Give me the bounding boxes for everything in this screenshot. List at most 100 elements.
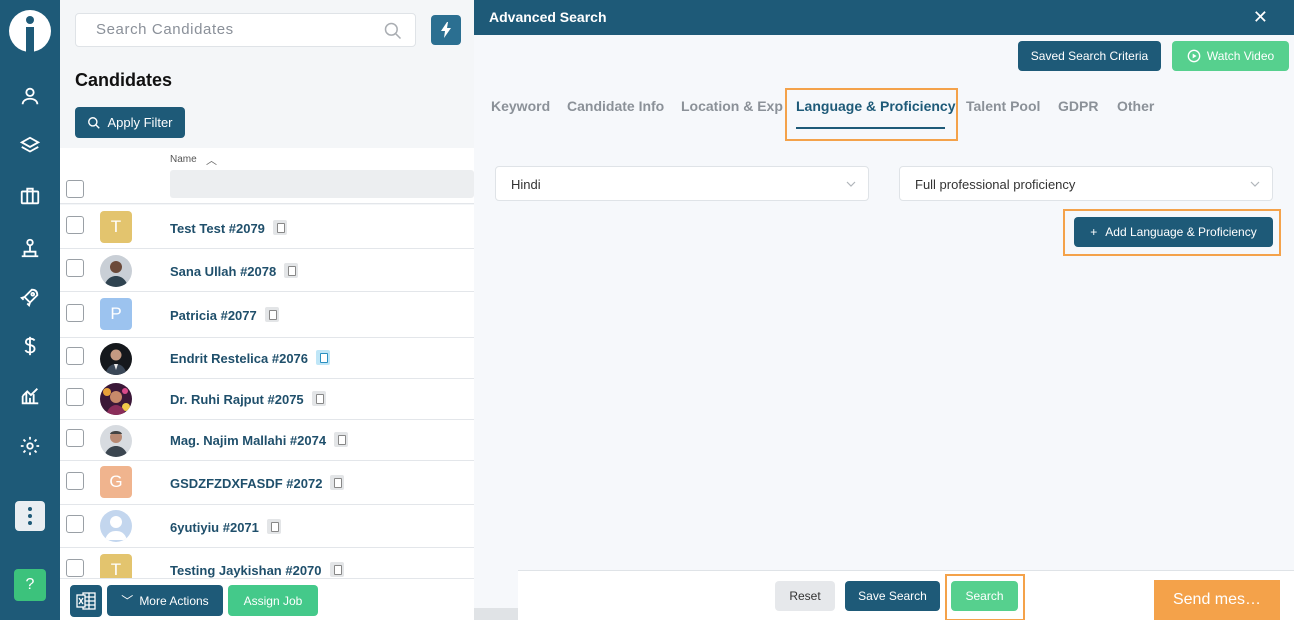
dot-icon: [28, 521, 32, 525]
candidate-list: T Test Test #2079 Sana Ullah #2078 P Pat…: [60, 205, 474, 588]
table-row[interactable]: P Patricia #2077: [60, 292, 474, 338]
lightning-icon: [441, 22, 451, 38]
candidate-name-link[interactable]: Dr. Ruhi Rajput #2075: [170, 391, 326, 407]
tab-keyword[interactable]: Keyword: [491, 98, 550, 114]
assign-job-button[interactable]: Assign Job: [228, 585, 318, 616]
active-tab-underline: [796, 127, 945, 129]
page-title: Candidates: [75, 70, 173, 90]
search-tabs: Keyword Candidate Info Location & Exp La…: [474, 88, 1294, 141]
candidates-panel: Candidates Apply Filter Name ︿ T Test Te…: [60, 0, 474, 620]
org-chart-icon[interactable]: [18, 236, 42, 260]
chevron-down-icon: [1250, 181, 1260, 187]
candidate-name-link[interactable]: Sana Ullah #2078: [170, 263, 299, 279]
dot-icon: [28, 514, 32, 518]
row-checkbox[interactable]: [66, 347, 84, 365]
avatar: [100, 383, 132, 415]
tab-candidate-info[interactable]: Candidate Info: [567, 98, 664, 114]
sort-ascending-icon[interactable]: ︿: [206, 152, 217, 168]
tab-gdpr[interactable]: GDPR: [1058, 98, 1098, 114]
name-column-header[interactable]: Name: [170, 154, 197, 165]
dollar-icon[interactable]: [18, 334, 42, 358]
gear-icon[interactable]: [18, 434, 42, 458]
candidate-name-link[interactable]: Patricia #2077: [170, 307, 279, 323]
add-language-proficiency-button[interactable]: + Add Language & Proficiency: [1074, 217, 1273, 247]
candidate-name-link[interactable]: Test Test #2079: [170, 220, 287, 236]
candidate-name-link[interactable]: 6yutiyiu #2071: [170, 519, 281, 535]
layers-icon[interactable]: [18, 134, 42, 158]
app-logo[interactable]: [9, 10, 51, 52]
candidate-name-link[interactable]: Mag. Najim Mallahi #2074: [170, 432, 349, 448]
close-icon[interactable]: ✕: [1253, 8, 1268, 26]
resume-icon[interactable]: [284, 263, 299, 278]
excel-icon: [76, 592, 96, 610]
candidate-name-link[interactable]: Endrit Restelica #2076: [170, 350, 331, 366]
more-actions-label: More Actions: [139, 593, 209, 608]
candidate-search-input[interactable]: [96, 21, 376, 38]
resume-icon[interactable]: [272, 220, 287, 235]
resume-icon[interactable]: [334, 432, 349, 447]
row-checkbox[interactable]: [66, 216, 84, 234]
user-icon[interactable]: [18, 84, 42, 108]
select-all-checkbox[interactable]: [66, 180, 84, 198]
plus-icon: +: [1090, 225, 1098, 239]
table-header: Name ︿: [60, 148, 474, 204]
watch-video-button[interactable]: Watch Video: [1172, 41, 1289, 71]
row-checkbox[interactable]: [66, 559, 84, 577]
help-button[interactable]: ?: [14, 569, 46, 601]
row-checkbox[interactable]: [66, 388, 84, 406]
table-row[interactable]: Sana Ullah #2078: [60, 249, 474, 292]
row-checkbox[interactable]: [66, 472, 84, 490]
row-checkbox[interactable]: [66, 515, 84, 533]
advanced-search-modal: Advanced Search ✕ Saved Search Criteria …: [474, 0, 1294, 620]
proficiency-select[interactable]: Full professional proficiency: [899, 166, 1273, 201]
tab-talent-pool[interactable]: Talent Pool: [966, 98, 1040, 114]
resume-icon[interactable]: [329, 562, 344, 577]
avatar: [100, 343, 132, 375]
resume-icon[interactable]: [266, 519, 281, 534]
table-row[interactable]: 6yutiyiu #2071: [60, 505, 474, 548]
language-select[interactable]: Hindi: [495, 166, 869, 201]
quick-action-button[interactable]: [431, 15, 461, 45]
export-excel-button[interactable]: [70, 585, 102, 617]
candidate-name-link[interactable]: GSDZFZDXFASDF #2072: [170, 475, 345, 491]
row-checkbox[interactable]: [66, 304, 84, 322]
table-row[interactable]: Dr. Ruhi Rajput #2075: [60, 379, 474, 420]
resume-icon[interactable]: [264, 307, 279, 322]
row-checkbox[interactable]: [66, 429, 84, 447]
save-search-button[interactable]: Save Search: [845, 581, 940, 611]
row-checkbox[interactable]: [66, 259, 84, 277]
horizontal-scrollbar[interactable]: [474, 608, 518, 620]
candidate-search-box[interactable]: [75, 13, 416, 47]
saved-search-criteria-button[interactable]: Saved Search Criteria: [1018, 41, 1161, 71]
search-icon: [88, 116, 101, 129]
tab-location-exp[interactable]: Location & Exp: [681, 98, 783, 114]
name-filter-input[interactable]: [170, 170, 474, 198]
search-button[interactable]: Search: [951, 581, 1018, 611]
table-row[interactable]: Mag. Najim Mallahi #2074: [60, 420, 474, 461]
play-circle-icon: [1187, 49, 1201, 63]
table-row[interactable]: G GSDZFZDXFASDF #2072: [60, 461, 474, 505]
send-message-chat-widget[interactable]: Send mes…: [1154, 580, 1280, 620]
tab-other[interactable]: Other: [1117, 98, 1154, 114]
apply-filter-label: Apply Filter: [107, 115, 173, 130]
chevron-down-icon: ﹀: [121, 594, 134, 608]
briefcase-icon[interactable]: [18, 184, 42, 208]
apply-filter-button[interactable]: Apply Filter: [75, 107, 185, 138]
more-actions-dropdown[interactable]: ﹀ More Actions: [107, 585, 223, 616]
avatar: [100, 425, 132, 457]
table-row[interactable]: T Test Test #2079: [60, 205, 474, 249]
resume-icon[interactable]: [311, 391, 326, 406]
more-menu-button[interactable]: [15, 501, 45, 531]
candidate-name-link[interactable]: Testing Jaykishan #2070: [170, 562, 344, 578]
resume-icon[interactable]: [330, 475, 345, 490]
language-select-value: Hindi: [511, 177, 541, 192]
table-row[interactable]: Endrit Restelica #2076: [60, 338, 474, 379]
active-tab-highlight: [785, 88, 958, 141]
avatar: T: [100, 211, 132, 243]
resume-icon[interactable]: [316, 350, 331, 365]
rocket-icon[interactable]: [18, 285, 42, 309]
analytics-icon[interactable]: [18, 384, 42, 408]
reset-button[interactable]: Reset: [775, 581, 835, 611]
search-icon[interactable]: [383, 21, 403, 41]
tab-language-proficiency[interactable]: Language & Proficiency: [796, 98, 955, 114]
